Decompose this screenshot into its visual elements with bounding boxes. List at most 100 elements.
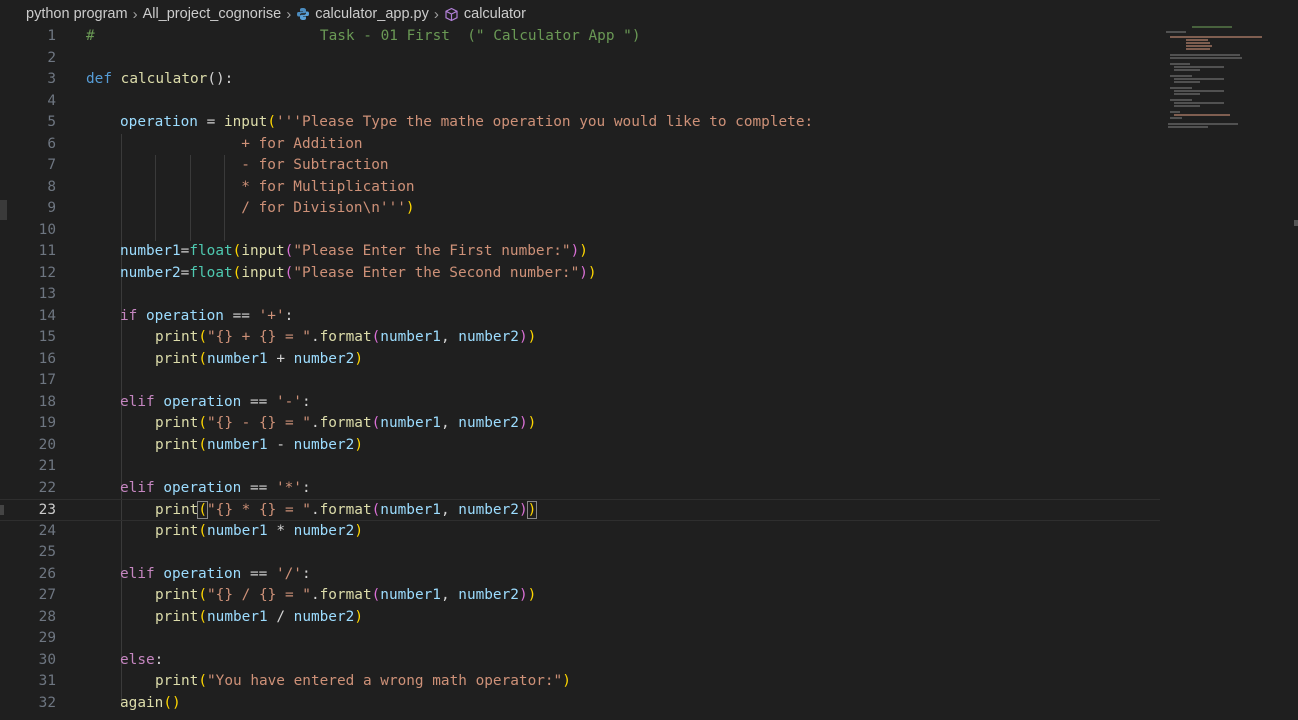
code-text: - for Subtraction — [120, 155, 388, 177]
code-token: / — [267, 608, 294, 625]
code-token: '-' — [275, 393, 302, 410]
code-line[interactable]: 5 operation = input('''Please Type the ma… — [0, 112, 1160, 134]
code-token: ( — [198, 436, 207, 453]
code-token: - — [267, 436, 294, 453]
code-line[interactable]: 28 print(number1 / number2) — [0, 607, 1160, 629]
code-token: calculator — [120, 71, 208, 87]
minimap-line — [1170, 57, 1242, 59]
minimap-line — [1170, 99, 1192, 101]
code-line[interactable]: 6 + for Addition — [0, 134, 1160, 156]
code-line[interactable]: 29 — [0, 628, 1160, 650]
code-line[interactable]: 1 # Task - 01 First (" Calculator App ") — [0, 26, 1160, 48]
code-token: ( — [371, 415, 381, 431]
code-line[interactable]: 10 — [0, 220, 1160, 242]
code-text: def calculator(): — [86, 69, 233, 91]
code-line[interactable]: 20 print(number1 - number2) — [0, 435, 1160, 457]
line-number: 5 — [47, 114, 56, 130]
code-editor[interactable]: 1 # Task - 01 First (" Calculator App ") … — [0, 26, 1160, 720]
code-token: "You have entered a wrong math operator:… — [207, 673, 563, 689]
breadcrumb-file[interactable]: calculator_app.py — [315, 6, 429, 22]
minimap[interactable] — [1162, 22, 1272, 132]
bracket-match: ( — [197, 501, 208, 519]
code-token: print — [155, 415, 199, 431]
code-token: "Please Enter the First number:" — [293, 243, 571, 259]
code-token: ( — [371, 502, 381, 518]
code-line[interactable]: 15 print("{} + {} = ".format(number1, num… — [0, 327, 1160, 349]
code-token: print — [155, 608, 199, 625]
code-line[interactable]: 12 number2=float(input("Please Enter the … — [0, 263, 1160, 285]
sidebar-sash[interactable] — [0, 200, 7, 220]
scrollbar-thumb[interactable] — [1294, 220, 1298, 226]
code-token: + for Addition — [120, 135, 363, 152]
line-number: 2 — [47, 49, 56, 66]
code-token: , — [440, 329, 459, 345]
code-line[interactable]: 31 print("You have entered a wrong math o… — [0, 671, 1160, 693]
code-line[interactable]: 14 if operation == '+': — [0, 306, 1160, 328]
code-text: operation = input('''Please Type the mat… — [120, 112, 813, 134]
code-line[interactable]: 13 — [0, 284, 1160, 306]
minimap-line — [1186, 48, 1210, 50]
code-line[interactable]: 9 / for Division\n''') — [0, 198, 1160, 220]
code-line[interactable]: 18 elif operation == '-': — [0, 392, 1160, 414]
code-token: , — [440, 587, 459, 603]
code-line[interactable]: 25 — [0, 542, 1160, 564]
code-line[interactable]: 21 — [0, 456, 1160, 478]
code-token: number1 — [120, 243, 181, 259]
code-token: == — [241, 393, 276, 410]
code-token: (): — [207, 71, 234, 87]
code-token: print — [155, 502, 199, 518]
code-line[interactable]: 32 again() — [0, 693, 1160, 715]
code-line-active[interactable]: 23 print("{} * {} = ".format(number1, num… — [0, 499, 1160, 521]
code-line[interactable]: 3 def calculator(): — [0, 69, 1160, 91]
code-token: operation — [120, 114, 198, 130]
line-number: 30 — [38, 651, 56, 668]
minimap-line — [1168, 126, 1208, 128]
minimap-line — [1170, 63, 1190, 65]
breadcrumb-folder-python-program[interactable]: python program — [26, 6, 128, 22]
code-token: elif — [120, 565, 155, 582]
code-token: / for Division\n''' — [120, 200, 406, 216]
code-token: elif — [120, 393, 155, 410]
code-token: def — [86, 71, 112, 87]
code-line[interactable]: 30 else: — [0, 650, 1160, 672]
code-token: ( — [198, 608, 207, 625]
minimap-line — [1174, 78, 1224, 80]
code-line[interactable]: 4 — [0, 91, 1160, 113]
code-token: number1 — [380, 329, 441, 345]
code-line[interactable]: 24 print(number1 * number2) — [0, 521, 1160, 543]
code-line[interactable]: 17 — [0, 370, 1160, 392]
breadcrumb-symbol[interactable]: calculator — [464, 6, 526, 22]
minimap-line — [1170, 87, 1192, 89]
code-token: ) — [527, 587, 537, 603]
code-token: ( — [198, 329, 207, 345]
code-text: if operation == '+': — [120, 306, 293, 328]
minimap-line — [1170, 111, 1180, 113]
code-line[interactable]: 8 * for Multiplication — [0, 177, 1160, 199]
code-text: print(number1 * number2) — [155, 521, 363, 543]
code-token: # — [86, 28, 95, 44]
breadcrumb-folder-project[interactable]: All_project_cognorise — [143, 6, 282, 22]
code-line[interactable]: 16 print(number1 + number2) — [0, 349, 1160, 371]
code-token: elif — [120, 479, 155, 496]
code-token: number2 — [293, 608, 355, 625]
minimap-line — [1186, 39, 1208, 41]
minimap-line — [1170, 54, 1240, 56]
code-token: if — [120, 307, 138, 324]
code-line[interactable]: 27 print("{} / {} = ".format(number1, num… — [0, 585, 1160, 607]
code-token: : — [301, 393, 311, 410]
line-number: 22 — [38, 479, 56, 496]
code-token: ) — [579, 243, 588, 259]
code-token: ( — [198, 587, 207, 603]
code-token: input — [223, 114, 268, 130]
code-token: else — [120, 651, 155, 668]
code-line[interactable]: 26 elif operation == '/': — [0, 564, 1160, 586]
code-token: number1 — [207, 350, 268, 367]
line-number: 32 — [38, 694, 56, 711]
code-line[interactable]: 22 elif operation == '*': — [0, 478, 1160, 500]
code-line[interactable]: 2 — [0, 48, 1160, 70]
code-token: ) — [562, 673, 571, 689]
code-line[interactable]: 11 number1=float(input("Please Enter the … — [0, 241, 1160, 263]
code-line[interactable]: 19 print("{} - {} = ".format(number1, num… — [0, 413, 1160, 435]
code-token: print — [155, 329, 199, 345]
code-line[interactable]: 7 - for Subtraction — [0, 155, 1160, 177]
